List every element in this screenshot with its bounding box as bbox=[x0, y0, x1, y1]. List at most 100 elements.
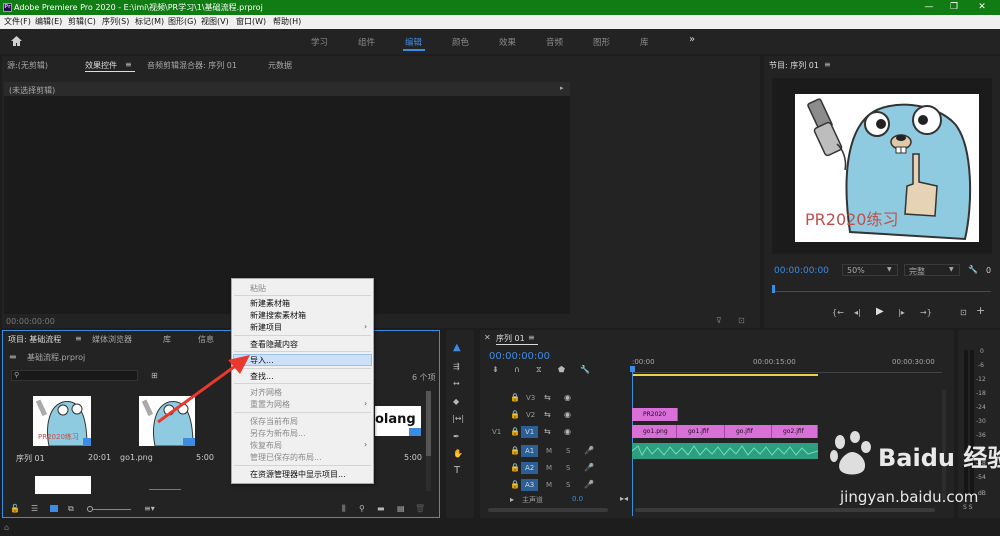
microphone-icon[interactable]: 🎤 bbox=[584, 446, 594, 456]
lock-icon[interactable]: 🔓 bbox=[10, 504, 20, 514]
panel-menu-icon[interactable]: ≡ bbox=[125, 60, 132, 70]
microphone-icon[interactable]: 🎤 bbox=[584, 463, 594, 473]
clear-icon[interactable]: 🗑 bbox=[415, 504, 425, 514]
audio-clip-a1[interactable] bbox=[632, 443, 818, 459]
playhead-handle[interactable] bbox=[630, 366, 635, 372]
work-area-bar[interactable] bbox=[632, 374, 818, 376]
menu-edit[interactable]: 编辑(E) bbox=[35, 15, 62, 29]
quality-select[interactable]: 完整 ▼ bbox=[904, 264, 960, 276]
insert-nest-icon[interactable]: ⇟ bbox=[492, 365, 499, 375]
add-marker-icon[interactable]: ⬟ bbox=[558, 365, 565, 375]
menu-marker[interactable]: 标记(M) bbox=[135, 15, 164, 29]
workspace-libraries[interactable]: 库 bbox=[640, 36, 649, 48]
tab-info[interactable]: 信息 bbox=[198, 334, 214, 345]
icon-view-icon[interactable] bbox=[50, 505, 58, 512]
track-label[interactable]: A1 bbox=[525, 447, 534, 455]
close-button[interactable]: ✕ bbox=[968, 0, 996, 15]
tab-audio-clip-mixer[interactable]: 音频剪辑混合器: 序列 01 bbox=[147, 60, 237, 71]
solo-button[interactable]: S bbox=[566, 447, 570, 455]
clip-go1-png[interactable]: go1.png bbox=[632, 425, 677, 438]
project-search-input[interactable]: ⚲ bbox=[11, 370, 138, 381]
play-icon[interactable]: ▶ bbox=[876, 307, 884, 317]
project-scrollbar[interactable] bbox=[426, 391, 431, 491]
filter-icon[interactable]: ⊽ bbox=[716, 316, 722, 325]
mute-button[interactable]: M bbox=[546, 481, 552, 489]
workspace-more-button[interactable]: » bbox=[689, 34, 695, 45]
lock-icon[interactable]: 🔒 bbox=[510, 446, 520, 456]
expand-arrow-icon[interactable]: ▸ bbox=[560, 84, 564, 92]
export-frame-icon[interactable]: ⊡ bbox=[960, 308, 967, 318]
razor-tool-icon[interactable]: ◆ bbox=[453, 397, 459, 407]
panel-menu-icon[interactable]: ≡ bbox=[75, 334, 82, 344]
menu-view[interactable]: 视图(V) bbox=[201, 15, 229, 29]
tab-source[interactable]: 源:(无剪辑) bbox=[7, 60, 48, 71]
menu-clip[interactable]: 剪辑(C) bbox=[68, 15, 96, 29]
source-patch-label[interactable]: V1 bbox=[492, 428, 501, 436]
selection-tool-icon[interactable]: ▲ bbox=[453, 343, 461, 353]
sequence-thumbnail[interactable]: PR2020练习 bbox=[33, 396, 91, 446]
menu-item-manage-layouts[interactable]: 管理已保存的布局... bbox=[250, 452, 322, 463]
track-label[interactable]: A2 bbox=[525, 464, 534, 472]
close-tab-icon[interactable]: ✕ bbox=[484, 333, 491, 343]
solo-button[interactable]: S bbox=[566, 481, 570, 489]
workspace-editing[interactable]: 编辑 bbox=[405, 36, 422, 48]
workspace-color[interactable]: 颜色 bbox=[452, 36, 469, 48]
sequence-thumbnail-2[interactable] bbox=[35, 476, 91, 494]
playhead[interactable] bbox=[772, 285, 775, 293]
menu-item-reveal-explorer[interactable]: 在资源管理器中显示项目... bbox=[250, 469, 346, 480]
microphone-icon[interactable]: 🎤 bbox=[584, 480, 594, 490]
menu-file[interactable]: 文件(F) bbox=[4, 15, 31, 29]
linked-selection-icon[interactable]: ⧖ bbox=[536, 365, 542, 375]
sync-lock-icon[interactable]: ⇆ bbox=[544, 427, 551, 437]
settings-wrench-icon[interactable]: 🔧 bbox=[968, 265, 978, 274]
program-scrub-bar[interactable] bbox=[773, 291, 991, 292]
clip-go1-jfif[interactable]: go1.jfif bbox=[677, 425, 725, 438]
find-icon[interactable]: ⚲ bbox=[359, 504, 365, 514]
workspace-learn[interactable]: 学习 bbox=[311, 36, 328, 48]
sync-lock-icon[interactable]: ⇆ bbox=[544, 410, 551, 420]
list-view-icon[interactable]: ☰ bbox=[31, 504, 38, 514]
add-button-icon[interactable]: + bbox=[976, 305, 985, 316]
eye-icon[interactable]: ◉ bbox=[564, 427, 571, 437]
tab-project[interactable]: 项目: 基础流程 bbox=[8, 334, 61, 345]
panel-menu-icon[interactable]: ≡ bbox=[528, 333, 535, 343]
automate-to-sequence-icon[interactable]: ⫼ bbox=[342, 504, 346, 514]
step-forward-marker-icon[interactable]: →} bbox=[920, 308, 932, 318]
new-item-icon[interactable]: ▤ bbox=[397, 504, 405, 514]
new-bin-icon[interactable]: ▬ bbox=[377, 504, 385, 514]
track-header-scrollbar[interactable] bbox=[488, 508, 608, 512]
time-ruler[interactable] bbox=[632, 368, 942, 373]
lock-icon[interactable]: 🔒 bbox=[510, 480, 520, 490]
sync-lock-icon[interactable]: ⇆ bbox=[544, 393, 551, 403]
tab-program[interactable]: 节目: 序列 01 bbox=[769, 60, 819, 71]
track-select-tool-icon[interactable]: ⇶ bbox=[453, 362, 460, 372]
clip-go2-jfif[interactable]: go2.jfif bbox=[772, 425, 818, 438]
timeline-settings-icon[interactable]: 🔧 bbox=[580, 365, 590, 375]
snap-icon[interactable]: ∩ bbox=[514, 365, 520, 375]
track-label[interactable]: V1 bbox=[525, 428, 534, 436]
home-icon[interactable] bbox=[10, 35, 23, 47]
workspace-audio[interactable]: 音频 bbox=[546, 36, 563, 48]
slip-tool-icon[interactable]: |↔| bbox=[452, 414, 464, 424]
tab-libraries[interactable]: 库 bbox=[163, 334, 171, 345]
solo-button[interactable]: S bbox=[566, 464, 570, 472]
zoom-select[interactable]: 50% ▼ bbox=[842, 264, 898, 276]
minimize-button[interactable]: — bbox=[915, 0, 943, 15]
step-forward-icon[interactable]: |▸ bbox=[898, 308, 905, 318]
zoom-slider[interactable] bbox=[93, 509, 131, 510]
playhead[interactable] bbox=[632, 366, 633, 516]
menu-item-new-item[interactable]: 新建项目 bbox=[250, 322, 282, 333]
golang-thumbnail[interactable]: olang bbox=[375, 406, 421, 436]
tab-effect-controls[interactable]: 效果控件 bbox=[85, 60, 117, 71]
menu-window[interactable]: 窗口(W) bbox=[236, 15, 266, 29]
eye-icon[interactable]: ◉ bbox=[564, 410, 571, 420]
menu-item-new-bin[interactable]: 新建素材箱 bbox=[250, 298, 290, 309]
lock-icon[interactable]: 🔒 bbox=[510, 463, 520, 473]
workspace-graphics[interactable]: 图形 bbox=[593, 36, 610, 48]
hand-tool-icon[interactable]: ✋ bbox=[453, 449, 463, 459]
menu-item-view-hidden[interactable]: 查看隐藏内容 bbox=[250, 339, 298, 350]
type-tool-icon[interactable]: T bbox=[454, 466, 460, 476]
tab-sequence[interactable]: 序列 01 bbox=[496, 333, 525, 344]
tab-media-browser[interactable]: 媒体浏览器 bbox=[92, 334, 132, 345]
clip-go-jfif[interactable]: go.jfif bbox=[725, 425, 772, 438]
